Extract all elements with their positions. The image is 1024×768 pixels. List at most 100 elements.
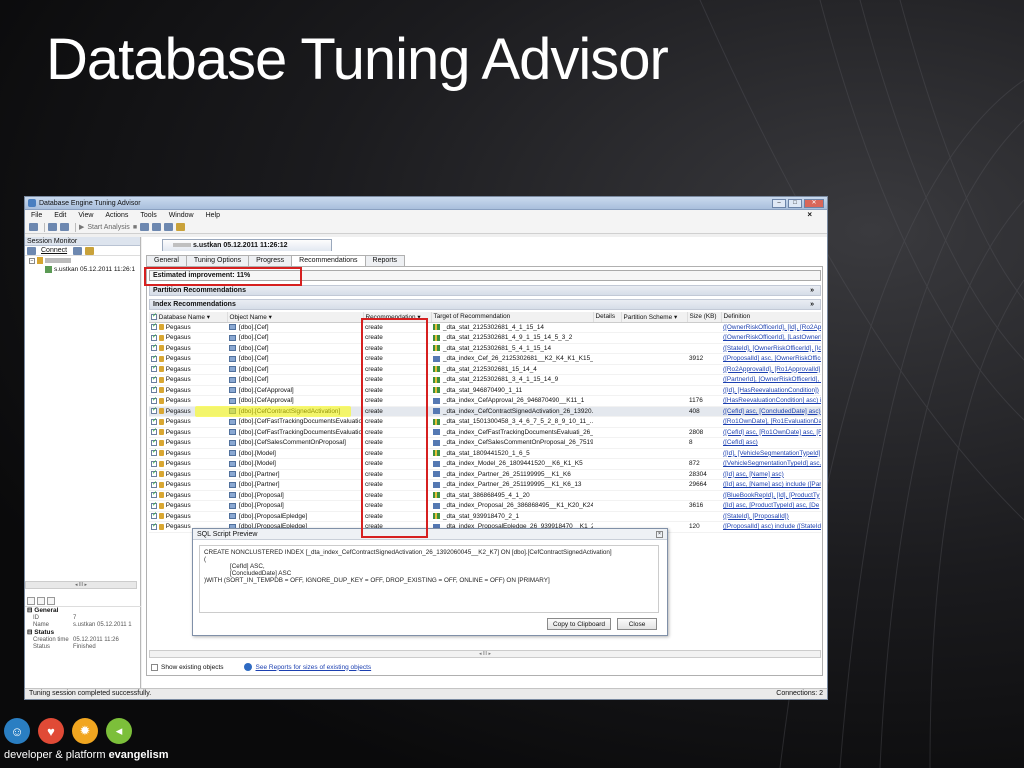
row-checkbox[interactable] bbox=[151, 480, 157, 488]
session-document-tab[interactable]: s.ustkan 05.12.2011 11:26:12 bbox=[162, 239, 332, 251]
connect-plug-icon[interactable] bbox=[27, 246, 36, 255]
menu-view[interactable]: View bbox=[78, 212, 93, 219]
cell-definition[interactable]: ([Id], [VehicleSegmentationTypeId] bbox=[721, 448, 821, 459]
row-checkbox[interactable] bbox=[151, 364, 157, 373]
filter-icon[interactable] bbox=[85, 246, 95, 255]
tree-server-node[interactable]: − bbox=[25, 256, 140, 265]
maximize-icon[interactable]: □ bbox=[788, 198, 802, 208]
menu-file[interactable]: File bbox=[31, 212, 42, 219]
table-row[interactable]: Pegasus[dbo].[Cef]create_dta_stat_212530… bbox=[149, 364, 821, 375]
categorized-icon[interactable] bbox=[27, 596, 35, 605]
cell-definition[interactable]: ([StateId], [ProposalId]) bbox=[721, 511, 821, 522]
row-checkbox[interactable] bbox=[151, 459, 157, 467]
cell-definition[interactable]: ([PartnerId], [OwnerRiskOfficerId], [ bbox=[721, 374, 821, 386]
select-all-checkbox[interactable] bbox=[151, 312, 157, 321]
definition-link[interactable]: ([OwnerRiskOfficerId], [Id], [Ro2Ap bbox=[723, 324, 821, 331]
window-titlebar[interactable]: Database Engine Tuning Advisor – □ ✕ bbox=[25, 197, 827, 210]
minimize-icon[interactable]: – bbox=[772, 198, 786, 208]
options-icon[interactable] bbox=[164, 223, 174, 231]
connect-icon[interactable] bbox=[140, 223, 150, 231]
table-row[interactable]: Pegasus[dbo].[ProposalEpledge]create_dta… bbox=[149, 511, 821, 522]
menu-actions[interactable]: Actions bbox=[105, 212, 128, 219]
grid-horizontal-scrollbar[interactable]: ◂ III ▸ bbox=[149, 650, 821, 658]
dialog-close-icon[interactable]: × bbox=[656, 531, 663, 538]
menu-tools[interactable]: Tools bbox=[140, 212, 156, 219]
row-checkbox[interactable] bbox=[151, 511, 157, 520]
tab-progress[interactable]: Progress bbox=[248, 255, 293, 266]
tab-tuning-options[interactable]: Tuning Options bbox=[185, 255, 250, 266]
cell-definition[interactable]: ([Ro1OwnDate], [Ro1EvaluationDa bbox=[721, 416, 821, 428]
definition-link[interactable]: ([StateId], [ProposalId]) bbox=[723, 513, 789, 520]
table-row[interactable]: Pegasus [dbo].[CefSalesCommentOnProposal]… bbox=[149, 437, 821, 449]
row-checkbox[interactable] bbox=[151, 438, 157, 446]
cell-definition[interactable]: ([OwnerRiskOfficerId], [Id], [Ro2Ap bbox=[721, 322, 821, 333]
sql-preview-titlebar[interactable]: SQL Script Preview × bbox=[193, 529, 667, 540]
table-row[interactable]: Pegasus[dbo].[CefApproval]create_dta_sta… bbox=[149, 385, 821, 396]
cell-definition[interactable]: ([VehicleSegmentationTypeId] asc, bbox=[721, 458, 821, 470]
row-checkbox[interactable] bbox=[151, 469, 157, 478]
show-existing-checkbox[interactable] bbox=[151, 663, 158, 671]
cell-definition[interactable]: ([Id] asc, [Name] asc) include ([Part bbox=[721, 479, 821, 491]
table-row[interactable]: Pegasus[dbo].[Proposal]create_dta_stat_3… bbox=[149, 490, 821, 501]
cell-definition[interactable]: ([CefId] asc, [ConcludedDate] asc) bbox=[721, 406, 821, 417]
table-row[interactable]: Pegasus[dbo].[Cef]create_dta_stat_212530… bbox=[149, 343, 821, 354]
menu-help[interactable]: Help bbox=[206, 212, 220, 219]
definition-link[interactable]: ([Id] asc, [Name] asc) bbox=[723, 471, 784, 478]
definition-link[interactable]: ([CefId] asc, [ConcludedDate] asc) bbox=[723, 408, 821, 415]
cell-definition[interactable]: ([Ro2ApprovalId], [Ro1ApprovalId], bbox=[721, 364, 821, 375]
table-row[interactable]: Pegasus[dbo].[Model]create_dta_index_Mod… bbox=[149, 458, 821, 470]
row-checkbox[interactable] bbox=[151, 522, 157, 530]
column-header-details[interactable]: Details bbox=[593, 312, 622, 323]
row-checkbox[interactable] bbox=[151, 385, 157, 394]
collapse-chevron-icon[interactable]: » bbox=[810, 300, 814, 310]
partition-recommendations-header[interactable]: Partition Recommendations » bbox=[149, 285, 821, 296]
table-row[interactable]: Pegasus[dbo].[Cef]create_dta_stat_212530… bbox=[149, 322, 821, 333]
close-button[interactable]: Close bbox=[617, 618, 657, 630]
table-row[interactable]: Pegasus [dbo].[CefFastTrackingDocumentsEv… bbox=[149, 416, 821, 428]
table-row[interactable]: Pegasus[dbo].[Partner]create_dta_index_P… bbox=[149, 479, 821, 491]
cell-definition[interactable]: ([CefId] asc) bbox=[721, 437, 821, 449]
definition-link[interactable]: ([Id] asc, [ProductTypeId] asc, [De bbox=[723, 502, 819, 509]
menu-edit[interactable]: Edit bbox=[54, 212, 66, 219]
table-row[interactable]: Pegasus[dbo].[Cef]create_dta_stat_212530… bbox=[149, 332, 821, 344]
row-checkbox[interactable] bbox=[151, 501, 157, 509]
copy-to-clipboard-button[interactable]: Copy to Clipboard bbox=[547, 618, 611, 630]
cell-definition[interactable]: ([Id] asc, [Name] asc) bbox=[721, 469, 821, 480]
help-icon[interactable] bbox=[176, 223, 186, 231]
expand-chevron-icon[interactable]: » bbox=[810, 286, 814, 296]
connect-button[interactable]: Connect bbox=[41, 247, 67, 254]
tree-session-node[interactable]: s.ustkan 05.12.2011 11:26:1 bbox=[25, 265, 140, 274]
column-header-size[interactable]: Size (KB) bbox=[687, 312, 722, 323]
row-checkbox[interactable] bbox=[151, 396, 157, 404]
column-header-partition-scheme[interactable]: Partition Scheme ▾ bbox=[621, 312, 688, 323]
menu-window[interactable]: Window bbox=[169, 212, 194, 219]
row-checkbox[interactable] bbox=[151, 427, 157, 436]
alphabetical-icon[interactable] bbox=[37, 596, 45, 605]
start-analysis-button[interactable]: Start Analysis bbox=[87, 224, 129, 231]
row-checkbox[interactable] bbox=[151, 375, 157, 383]
table-row[interactable]: Pegasus[dbo].[Cef]create_dta_index_Cef_2… bbox=[149, 353, 821, 365]
reports-icon[interactable] bbox=[152, 223, 162, 231]
definition-link[interactable]: ([BlueBookRepId], [Id], [ProductTy bbox=[723, 492, 820, 499]
cell-definition[interactable]: ([BlueBookRepId], [Id], [ProductTy bbox=[721, 490, 821, 501]
cell-definition[interactable]: ([CefId] asc, [Ro1OwnDate] asc, [F bbox=[721, 427, 821, 438]
prop-section-status[interactable]: ⊟ Status bbox=[25, 629, 141, 637]
new-session-icon[interactable] bbox=[29, 223, 38, 231]
cell-definition[interactable]: ([Id] asc, [ProductTypeId] asc, [De bbox=[721, 500, 821, 512]
definition-link[interactable]: ([ProposalId] asc, [OwnerRiskOffice bbox=[723, 355, 821, 362]
definition-link[interactable]: ([Id] asc, [Name] asc) include ([Part bbox=[723, 481, 821, 488]
sql-script-text[interactable]: CREATE NONCLUSTERED INDEX [_dta_index_Ce… bbox=[199, 545, 659, 613]
row-checkbox[interactable] bbox=[151, 490, 157, 499]
row-checkbox[interactable] bbox=[151, 448, 157, 457]
table-row[interactable]: Pegasus [dbo].[CefFastTrackingDocumentsEv… bbox=[149, 427, 821, 438]
refresh-icon[interactable] bbox=[73, 246, 83, 255]
row-checkbox[interactable] bbox=[151, 343, 157, 352]
table-row[interactable]: Pegasus[dbo].[Cef]create_dta_stat_212530… bbox=[149, 374, 821, 386]
table-row[interactable]: Pegasus[dbo].[CefApproval]create_dta_ind… bbox=[149, 395, 821, 407]
cell-definition[interactable]: ([ProposalId] asc, [OwnerRiskOffice bbox=[721, 353, 821, 365]
prop-section-general[interactable]: ⊟ General bbox=[25, 607, 141, 615]
definition-link[interactable]: ([Ro2ApprovalId], [Ro1ApprovalId], bbox=[723, 366, 821, 373]
reports-link[interactable]: See Reports for sizes of existing object… bbox=[256, 664, 372, 671]
column-header-database[interactable]: Database Name ▾ bbox=[149, 312, 228, 323]
index-recommendations-header[interactable]: Index Recommendations » bbox=[149, 299, 821, 310]
